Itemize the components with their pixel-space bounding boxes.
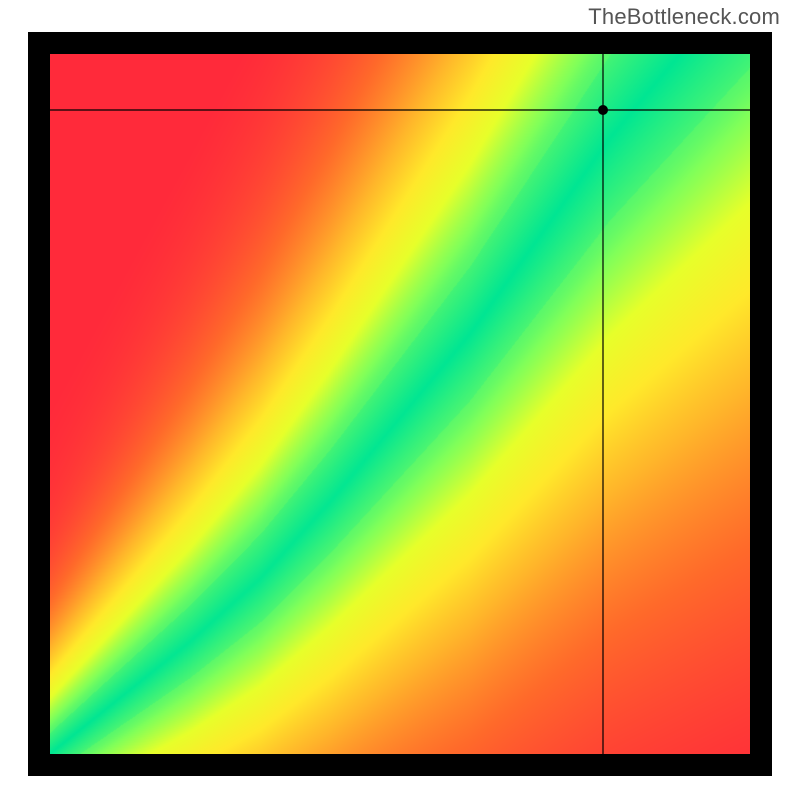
bottleneck-heatmap (28, 32, 772, 776)
heatmap-canvas (50, 54, 750, 754)
attribution-text: TheBottleneck.com (588, 4, 780, 30)
